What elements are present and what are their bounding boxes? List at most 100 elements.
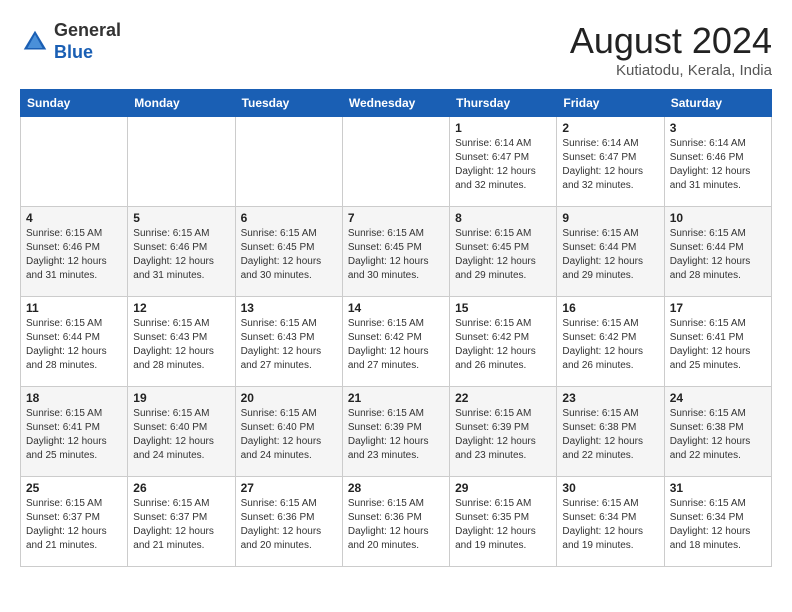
header-row: SundayMondayTuesdayWednesdayThursdayFrid… [21,90,772,117]
day-number: 18 [26,391,122,405]
day-info: Sunrise: 6:15 AM Sunset: 6:42 PM Dayligh… [455,317,551,373]
day-number: 17 [670,301,766,315]
calendar-week-2: 4 Sunrise: 6:15 AM Sunset: 6:46 PM Daylig… [21,207,772,297]
title-area: August 2024 Kutiatodu, Kerala, India [570,20,772,79]
day-info: Sunrise: 6:15 AM Sunset: 6:44 PM Dayligh… [670,227,766,283]
day-number: 14 [348,301,444,315]
day-info: Sunrise: 6:15 AM Sunset: 6:34 PM Dayligh… [670,497,766,553]
calendar-cell: 12 Sunrise: 6:15 AM Sunset: 6:43 PM Dayli… [128,297,235,387]
day-info: Sunrise: 6:15 AM Sunset: 6:42 PM Dayligh… [562,317,658,373]
calendar-week-3: 11 Sunrise: 6:15 AM Sunset: 6:44 PM Dayli… [21,297,772,387]
calendar-cell: 18 Sunrise: 6:15 AM Sunset: 6:41 PM Dayli… [21,387,128,477]
day-number: 16 [562,301,658,315]
calendar-cell: 7 Sunrise: 6:15 AM Sunset: 6:45 PM Daylig… [342,207,449,297]
calendar-cell: 9 Sunrise: 6:15 AM Sunset: 6:44 PM Daylig… [557,207,664,297]
day-info: Sunrise: 6:15 AM Sunset: 6:38 PM Dayligh… [562,407,658,463]
calendar-cell: 21Sunrise: 6:15 AM Sunset: 6:39 PM Dayli… [342,387,449,477]
calendar-cell: 10 Sunrise: 6:15 AM Sunset: 6:44 PM Dayli… [664,207,771,297]
day-info: Sunrise: 6:15 AM Sunset: 6:35 PM Dayligh… [455,497,551,553]
logo-icon [20,27,50,57]
day-number: 3 [670,121,766,135]
day-info: Sunrise: 6:15 AM Sunset: 6:46 PM Dayligh… [133,227,229,283]
calendar-cell: 20 Sunrise: 6:15 AM Sunset: 6:40 PM Dayli… [235,387,342,477]
calendar-cell: 25Sunrise: 6:15 AM Sunset: 6:37 PM Dayli… [21,477,128,567]
day-number: 29 [455,481,551,495]
calendar-table: SundayMondayTuesdayWednesdayThursdayFrid… [20,89,772,567]
calendar-cell: 13 Sunrise: 6:15 AM Sunset: 6:43 PM Dayli… [235,297,342,387]
day-number: 11 [26,301,122,315]
calendar-cell: 28Sunrise: 6:15 AM Sunset: 6:36 PM Dayli… [342,477,449,567]
day-info: Sunrise: 6:15 AM Sunset: 6:44 PM Dayligh… [562,227,658,283]
day-number: 8 [455,211,551,225]
day-number: 30 [562,481,658,495]
day-info: Sunrise: 6:15 AM Sunset: 6:40 PM Dayligh… [133,407,229,463]
calendar-cell: 15 Sunrise: 6:15 AM Sunset: 6:42 PM Dayli… [450,297,557,387]
calendar-cell: 26 Sunrise: 6:15 AM Sunset: 6:37 PM Dayli… [128,477,235,567]
month-year-title: August 2024 [570,20,772,62]
calendar-week-4: 18 Sunrise: 6:15 AM Sunset: 6:41 PM Dayli… [21,387,772,477]
calendar-cell: 5 Sunrise: 6:15 AM Sunset: 6:46 PM Daylig… [128,207,235,297]
calendar-cell: 22Sunrise: 6:15 AM Sunset: 6:39 PM Dayli… [450,387,557,477]
calendar-cell: 11 Sunrise: 6:15 AM Sunset: 6:44 PM Dayli… [21,297,128,387]
calendar-cell: 19 Sunrise: 6:15 AM Sunset: 6:40 PM Dayli… [128,387,235,477]
calendar-header: SundayMondayTuesdayWednesdayThursdayFrid… [21,90,772,117]
day-number: 5 [133,211,229,225]
calendar-cell [342,117,449,207]
logo: General Blue [20,20,121,63]
logo-general: General [54,20,121,42]
day-number: 6 [241,211,337,225]
calendar-week-5: 25 Sunrise: 6:15 AM Sunset: 6:37 PM Dayli… [21,477,772,567]
calendar-cell: 3 Sunrise: 6:14 AM Sunset: 6:46 PM Daylig… [664,117,771,207]
day-number: 19 [133,391,229,405]
header-cell-tuesday: Tuesday [235,90,342,117]
day-info: Sunrise: 6:15 AM Sunset: 6:43 PM Dayligh… [241,317,337,373]
day-info: Sunrise: 6:15 AM Sunset: 6:45 PM Dayligh… [241,227,337,283]
calendar-cell [128,117,235,207]
day-number: 28 [348,481,444,495]
location-subtitle: Kutiatodu, Kerala, India [570,62,772,79]
header-cell-monday: Monday [128,90,235,117]
calendar-cell: 30Sunrise: 6:15 AM Sunset: 6:34 PM Dayli… [557,477,664,567]
header-cell-saturday: Saturday [664,90,771,117]
day-number: 1 [455,121,551,135]
calendar-cell: 29 Sunrise: 6:15 AM Sunset: 6:35 PM Dayli… [450,477,557,567]
day-info: Sunrise: 6:14 AM Sunset: 6:47 PM Dayligh… [455,137,551,193]
day-info: Sunrise: 6:14 AM Sunset: 6:46 PM Dayligh… [670,137,766,193]
day-info: Sunrise: 6:15 AM Sunset: 6:44 PM Dayligh… [26,317,122,373]
logo-text: General Blue [54,20,121,63]
day-info: Sunrise: 6:15 AM Sunset: 6:41 PM Dayligh… [670,317,766,373]
calendar-week-1: 1 Sunrise: 6:14 AM Sunset: 6:47 PM Daylig… [21,117,772,207]
calendar-cell: 31Sunrise: 6:15 AM Sunset: 6:34 PM Dayli… [664,477,771,567]
calendar-cell [235,117,342,207]
day-number: 7 [348,211,444,225]
day-number: 10 [670,211,766,225]
calendar-cell: 27Sunrise: 6:15 AM Sunset: 6:36 PM Dayli… [235,477,342,567]
day-info: Sunrise: 6:15 AM Sunset: 6:43 PM Dayligh… [133,317,229,373]
header-cell-friday: Friday [557,90,664,117]
day-number: 20 [241,391,337,405]
day-number: 25 [26,481,122,495]
day-info: Sunrise: 6:15 AM Sunset: 6:37 PM Dayligh… [133,497,229,553]
day-number: 26 [133,481,229,495]
day-number: 12 [133,301,229,315]
page-header: General Blue August 2024 Kutiatodu, Kera… [20,20,772,79]
calendar-cell: 23Sunrise: 6:15 AM Sunset: 6:38 PM Dayli… [557,387,664,477]
header-cell-wednesday: Wednesday [342,90,449,117]
calendar-cell: 17 Sunrise: 6:15 AM Sunset: 6:41 PM Dayli… [664,297,771,387]
day-number: 22 [455,391,551,405]
day-number: 15 [455,301,551,315]
header-cell-thursday: Thursday [450,90,557,117]
logo-blue: Blue [54,42,121,64]
day-number: 13 [241,301,337,315]
calendar-cell [21,117,128,207]
day-number: 9 [562,211,658,225]
day-info: Sunrise: 6:15 AM Sunset: 6:41 PM Dayligh… [26,407,122,463]
day-info: Sunrise: 6:15 AM Sunset: 6:46 PM Dayligh… [26,227,122,283]
calendar-body: 1 Sunrise: 6:14 AM Sunset: 6:47 PM Daylig… [21,117,772,567]
day-info: Sunrise: 6:15 AM Sunset: 6:45 PM Dayligh… [348,227,444,283]
calendar-cell: 16 Sunrise: 6:15 AM Sunset: 6:42 PM Dayli… [557,297,664,387]
calendar-cell: 1 Sunrise: 6:14 AM Sunset: 6:47 PM Daylig… [450,117,557,207]
day-info: Sunrise: 6:15 AM Sunset: 6:40 PM Dayligh… [241,407,337,463]
day-number: 4 [26,211,122,225]
day-number: 24 [670,391,766,405]
